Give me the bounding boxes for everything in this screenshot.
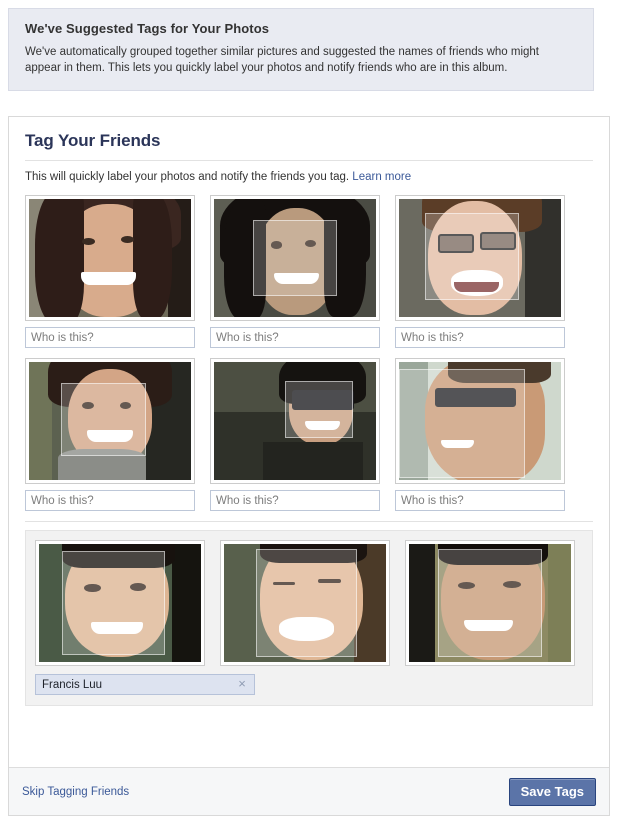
sunglasses bbox=[434, 387, 517, 408]
photo-thumbnail[interactable] bbox=[220, 540, 390, 666]
photo-row bbox=[25, 358, 593, 511]
clear-tag-icon[interactable]: × bbox=[235, 676, 249, 692]
photo-image-man-grinning-outdoors bbox=[409, 544, 571, 662]
photo-thumbnail[interactable] bbox=[395, 195, 565, 321]
photo-cell bbox=[210, 195, 380, 348]
photo-image-man-glasses-laughing bbox=[399, 199, 561, 317]
eyeglasses bbox=[437, 234, 475, 253]
photo-thumbnail[interactable] bbox=[210, 358, 380, 484]
photo-thumbnail[interactable] bbox=[25, 195, 195, 321]
skip-tagging-link[interactable]: Skip Tagging Friends bbox=[22, 786, 129, 798]
photo-cell bbox=[25, 195, 195, 348]
photo-image-woman-dark-hair-smiling bbox=[214, 199, 376, 317]
card-header: Tag Your Friends bbox=[9, 117, 609, 161]
group-name-field: × bbox=[35, 674, 255, 695]
photo-thumbnail[interactable] bbox=[210, 195, 380, 321]
photo-grid bbox=[9, 183, 609, 511]
photo-cell bbox=[395, 358, 565, 511]
tag-name-input[interactable] bbox=[25, 490, 195, 511]
tag-name-input[interactable] bbox=[25, 327, 195, 348]
photo-thumbnail[interactable] bbox=[25, 358, 195, 484]
learn-more-link[interactable]: Learn more bbox=[352, 171, 411, 183]
photo-image-person-sunglasses-smiling bbox=[214, 362, 376, 480]
photo-cell bbox=[210, 358, 380, 511]
photo-image-man-laughing-eyes-closed bbox=[224, 544, 386, 662]
photo-thumbnail[interactable] bbox=[395, 358, 565, 484]
tag-name-input[interactable] bbox=[210, 327, 380, 348]
card-subtitle: This will quickly label your photos and … bbox=[9, 161, 609, 183]
photo-image-man-smiling-front bbox=[39, 544, 201, 662]
eyeglasses bbox=[480, 232, 517, 251]
suggested-group-francis-luu: × bbox=[25, 530, 593, 706]
photo-thumbnail[interactable] bbox=[35, 540, 205, 666]
group-divider bbox=[25, 521, 593, 522]
photo-cell bbox=[395, 195, 565, 348]
tag-friends-card: Tag Your Friends This will quickly label… bbox=[8, 116, 610, 816]
photo-cell bbox=[25, 358, 195, 511]
card-footer: Skip Tagging Friends Save Tags bbox=[9, 767, 609, 815]
suggested-tags-banner: We've Suggested Tags for Your Photos We'… bbox=[8, 8, 594, 91]
photo-image-woman-freckles-smiling bbox=[29, 199, 191, 317]
save-tags-button[interactable]: Save Tags bbox=[508, 777, 596, 806]
page-title: Tag Your Friends bbox=[25, 131, 161, 150]
photo-image-woman-earrings-smiling bbox=[29, 362, 191, 480]
sunglasses bbox=[291, 390, 355, 410]
tag-name-input[interactable] bbox=[395, 327, 565, 348]
photo-row bbox=[35, 540, 583, 666]
banner-description: We've automatically grouped together sim… bbox=[25, 46, 540, 74]
tagged-name-input[interactable] bbox=[35, 674, 255, 695]
banner-title: We've Suggested Tags for Your Photos bbox=[25, 21, 270, 36]
photo-cell bbox=[35, 540, 205, 666]
photo-cell bbox=[405, 540, 575, 666]
tag-name-input[interactable] bbox=[395, 490, 565, 511]
card-subtitle-text: This will quickly label your photos and … bbox=[25, 171, 350, 183]
photo-row bbox=[25, 195, 593, 348]
photo-image-man-sunglasses-profile bbox=[399, 362, 561, 480]
photo-cell bbox=[220, 540, 390, 666]
tag-name-input[interactable] bbox=[210, 490, 380, 511]
photo-thumbnail[interactable] bbox=[405, 540, 575, 666]
